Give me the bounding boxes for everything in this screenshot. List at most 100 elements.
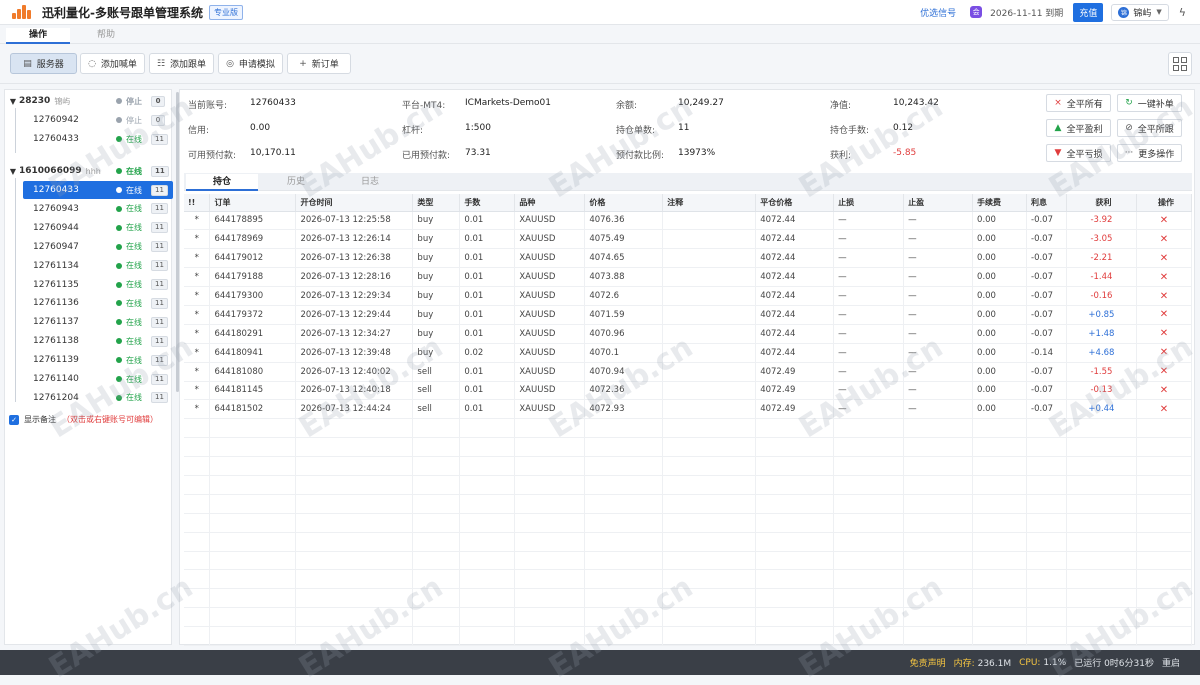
column-header[interactable]: 止损 [833,194,905,212]
close-order-icon[interactable]: ✕ [1136,248,1193,269]
tab-help[interactable]: 帮助 [74,28,138,44]
column-header[interactable]: 品种 [514,194,586,212]
tree-item-account[interactable]: 12761138 在线 11 [5,332,168,350]
tab-positions[interactable]: 持仓 [186,174,258,191]
column-header[interactable]: 平仓价格 [755,194,835,212]
close-order-icon[interactable]: ✕ [1136,229,1193,250]
tab-history[interactable]: 历史 [260,174,332,191]
close-loss-button[interactable]: ▼ 全平亏损 [1046,144,1111,162]
table-row[interactable]: * 644179012 2026-07-13 12:26:38 buy 0.01 XAUU… [184,248,1193,269]
close-icon: × [1054,98,1062,108]
table-row[interactable]: * 644181502 2026-07-13 12:44:24 sell 0.01 XAU… [184,399,1193,420]
table-row[interactable]: * 644180291 2026-07-13 12:34:27 buy 0.01 XAUU… [184,324,1193,344]
tab-log[interactable]: 日志 [334,174,406,191]
show-remark-checkbox[interactable]: ✓ 显示备注 （双击或右键账号可编辑） [9,414,158,425]
position-tabs: 持仓 历史 日志 [184,173,1192,191]
table-row[interactable]: * 644178969 2026-07-13 12:26:14 buy 0.01 XAUU… [184,229,1193,250]
caret-down-icon[interactable]: ▼ [7,167,19,176]
column-header[interactable]: 利息 [1026,194,1067,212]
tree-item-account[interactable]: 12760433 在线 11 [23,181,173,199]
table-row[interactable]: * 644179300 2026-07-13 12:29:34 buy 0.01 XAUU… [184,286,1193,306]
column-header[interactable]: 手数 [459,194,516,212]
tree-item-account[interactable]: 12761139 在线 11 [5,351,168,369]
avatar: 锦 [1118,6,1130,18]
recharge-button[interactable]: 充值 [1073,2,1104,22]
restart-button[interactable]: 重启 [1162,656,1180,669]
add-signal-button[interactable]: ◌ 添加喊单 [80,53,145,74]
column-header[interactable]: 注释 [662,194,757,212]
column-header[interactable]: !! [184,194,211,212]
cpu-usage: CPU: 1.1% [1019,657,1067,668]
table-row[interactable]: * 644178895 2026-07-13 12:25:58 buy 0.01 XAUU… [184,211,1193,231]
status-badge: 在线 [116,134,142,145]
tree-group-28230[interactable]: ▼ 28230 锦屿 停止 0 [5,92,165,110]
order-count: 11 [151,279,168,290]
close-order-icon[interactable]: ✕ [1136,324,1193,344]
status-badge: 停止 [116,115,142,126]
grid-layout-icon[interactable] [1168,52,1192,76]
tree-item-account[interactable]: 12761204 在线 11 [5,389,168,407]
table-row[interactable]: * 644180941 2026-07-13 12:39:48 buy 0.02 XAUU… [184,343,1193,363]
table-row[interactable]: * 644181145 2026-07-13 12:40:18 sell 0.01 XAU… [184,381,1193,401]
close-order-icon[interactable]: ✕ [1136,305,1193,325]
profit-cell: -3.92 [1066,211,1137,231]
new-order-button[interactable]: + 新订单 [287,53,351,74]
tree-item-account[interactable]: 12761140 在线 11 [5,370,168,388]
column-header[interactable]: 价格 [584,194,664,212]
app-title: 迅利量化-多账号跟单管理系统 [42,5,203,20]
tree-item-account[interactable]: 12760942 停止 0 [5,111,165,129]
status-badge: 在线 [116,203,142,214]
tree-group-1610066099[interactable]: ▼ 1610066099 hhh 在线 11 [5,162,169,180]
preferred-signal-link[interactable]: 优选信号 [920,6,956,19]
profit-cell: +0.85 [1066,305,1137,325]
close-order-icon[interactable]: ✕ [1136,211,1193,231]
close-all-button[interactable]: × 全平所有 [1046,94,1111,112]
status-badge: 在线 [116,222,142,233]
close-order-icon[interactable]: ✕ [1136,267,1193,288]
column-header[interactable]: 操作 [1136,194,1193,212]
column-header[interactable]: 获利 [1066,194,1137,212]
empty-row [184,551,1193,571]
tree-item-account[interactable]: 12761135 在线 11 [5,276,168,294]
column-header[interactable]: 手续费 [972,194,1027,212]
tree-item-account[interactable]: 12761136 在线 11 [5,294,168,312]
tree-item-account[interactable]: 12760944 在线 11 [5,219,168,237]
tree-item-account[interactable]: 12761134 在线 11 [5,257,168,275]
positions-table: !! 订单 开仓时间 类型 手数 品种 价格 注释 平仓价格 止损 止盈 手续费 利息 获利 操作 * 644… [184,194,1193,646]
one-click-refill-button[interactable]: ↻ 一键补单 [1117,94,1182,112]
column-header[interactable]: 开仓时间 [295,194,414,212]
checkbox-icon[interactable]: ✓ [9,414,19,425]
close-order-icon[interactable]: ✕ [1136,362,1193,382]
tree-item-account[interactable]: 12760947 在线 11 [5,238,168,256]
tree-item-account[interactable]: 12760943 在线 11 [5,200,168,218]
apply-demo-button[interactable]: ◎ 申请模拟 [218,53,283,74]
add-follow-button[interactable]: ☷ 添加跟单 [149,53,214,74]
column-header[interactable]: 订单 [209,194,297,212]
close-order-icon[interactable]: ✕ [1136,286,1193,306]
order-count: 11 [151,373,168,385]
equity: 10,243.42 [893,98,939,108]
user-menu[interactable]: 锦 锦屿 ▼ [1111,3,1169,21]
table-row[interactable]: * 644181080 2026-07-13 12:40:02 sell 0.01 XAU… [184,362,1193,382]
column-header[interactable]: 止盈 [903,194,974,212]
order-count: 11 [151,222,168,234]
lightning-icon[interactable]: ϟ [1179,6,1186,19]
close-order-icon[interactable]: ✕ [1136,399,1193,420]
table-row[interactable]: * 644179188 2026-07-13 12:28:16 buy 0.01 XAUU… [184,267,1193,288]
close-order-icon[interactable]: ✕ [1136,343,1193,363]
tree-item-account[interactable]: 12761137 在线 11 [5,313,168,331]
disclaimer-link[interactable]: 免责声明 [910,656,946,669]
tab-operate[interactable]: 操作 [6,28,70,44]
table-row[interactable]: * 644179372 2026-07-13 12:29:44 buy 0.01 XAUU… [184,305,1193,325]
column-header[interactable]: 类型 [412,194,461,212]
caret-down-icon[interactable]: ▼ [7,97,19,106]
close-followed-button[interactable]: ⊘ 全平所跟 [1117,119,1182,137]
tree-item-account[interactable]: 12760433 在线 11 [5,130,168,148]
status-badge: 在线 [116,374,142,385]
close-profit-button[interactable]: ▲ 全平盈利 [1046,119,1111,137]
close-order-icon[interactable]: ✕ [1136,381,1193,401]
account-tree: ▼ 28230 锦屿 停止 0 12760942 停止 0 12760433 在线… [4,89,179,645]
status-badge: 在线 [116,166,142,177]
more-actions-button[interactable]: ··· 更多操作 [1117,144,1182,162]
server-button[interactable]: ▤ 服务器 [10,53,77,74]
